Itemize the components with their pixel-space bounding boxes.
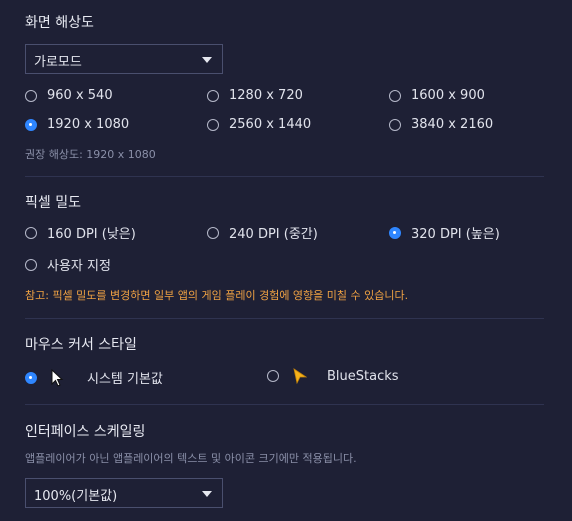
resolution-option-1920x1080[interactable]: 1920 x 1080 <box>25 117 129 132</box>
radio-unchecked-icon <box>25 89 37 102</box>
cursor-option-bluestacks[interactable]: BlueStacks <box>267 368 399 384</box>
radio-unchecked-icon <box>267 370 279 382</box>
radio-unchecked-icon <box>389 118 401 131</box>
chevron-down-icon <box>202 491 212 497</box>
chevron-down-icon <box>202 57 212 63</box>
dpi-option-320[interactable]: 320 DPI (높은) <box>389 223 500 242</box>
section-divider <box>25 318 544 319</box>
pixel-density-warning: 참고: 픽셀 밀도를 변경하면 일부 앱의 게임 플레이 경험에 영향을 미칠 … <box>25 289 409 302</box>
system-cursor-icon <box>51 368 64 387</box>
resolution-option-label: 2560 x 1440 <box>229 117 312 132</box>
radio-unchecked-icon <box>389 89 401 102</box>
radio-checked-icon <box>25 118 37 131</box>
interface-scaling-title: 인터페이스 스케일링 <box>25 424 146 440</box>
radio-unchecked-icon <box>207 226 219 239</box>
orientation-dropdown-value: 가로모드 <box>34 55 82 70</box>
resolution-title: 화면 해상도 <box>25 15 94 31</box>
cursor-option-label: BlueStacks <box>327 368 399 384</box>
cursor-option-label: 시스템 기본값 <box>87 372 163 387</box>
bluestacks-cursor-icon <box>293 368 307 384</box>
resolution-option-label: 1920 x 1080 <box>47 117 130 132</box>
resolution-option-label: 3840 x 2160 <box>411 117 494 132</box>
resolution-option-label: 960 x 540 <box>47 88 113 103</box>
dpi-option-label: 240 DPI (중간) <box>229 227 318 242</box>
radio-unchecked-icon <box>207 89 219 102</box>
dpi-option-label: 사용자 지정 <box>47 259 111 274</box>
radio-checked-icon <box>389 226 401 239</box>
radio-unchecked-icon <box>25 258 37 271</box>
dpi-option-160[interactable]: 160 DPI (낮은) <box>25 223 136 242</box>
dpi-option-label: 160 DPI (낮은) <box>47 227 136 242</box>
radio-unchecked-icon <box>207 118 219 131</box>
scale-dropdown-value: 100%(기본값) <box>34 489 118 504</box>
cursor-option-system[interactable]: 시스템 기본값 <box>25 368 163 387</box>
section-divider <box>25 404 544 405</box>
section-divider <box>25 176 544 177</box>
pixel-density-title: 픽셀 밀도 <box>25 195 81 211</box>
resolution-option-label: 1280 x 720 <box>229 88 303 103</box>
resolution-option-1280x720[interactable]: 1280 x 720 <box>207 88 303 103</box>
interface-scaling-description: 앱플레이어가 아닌 앱플레이어의 텍스트 및 아이콘 크기에만 적용됩니다. <box>25 452 357 465</box>
resolution-option-label: 1600 x 900 <box>411 88 485 103</box>
resolution-option-2560x1440[interactable]: 2560 x 1440 <box>207 117 311 132</box>
dpi-option-240[interactable]: 240 DPI (중간) <box>207 223 318 242</box>
radio-checked-icon <box>25 371 37 384</box>
resolution-option-3840x2160[interactable]: 3840 x 2160 <box>389 117 493 132</box>
dpi-option-custom[interactable]: 사용자 지정 <box>25 255 111 274</box>
mouse-cursor-title: 마우스 커서 스타일 <box>25 337 137 353</box>
scale-dropdown[interactable]: 100%(기본값) <box>25 478 223 508</box>
orientation-dropdown[interactable]: 가로모드 <box>25 44 223 74</box>
dpi-option-label: 320 DPI (높은) <box>411 227 500 242</box>
radio-unchecked-icon <box>25 226 37 239</box>
recommended-resolution-hint: 권장 해상도: 1920 x 1080 <box>25 148 156 161</box>
resolution-option-960x540[interactable]: 960 x 540 <box>25 88 113 103</box>
resolution-option-1600x900[interactable]: 1600 x 900 <box>389 88 485 103</box>
